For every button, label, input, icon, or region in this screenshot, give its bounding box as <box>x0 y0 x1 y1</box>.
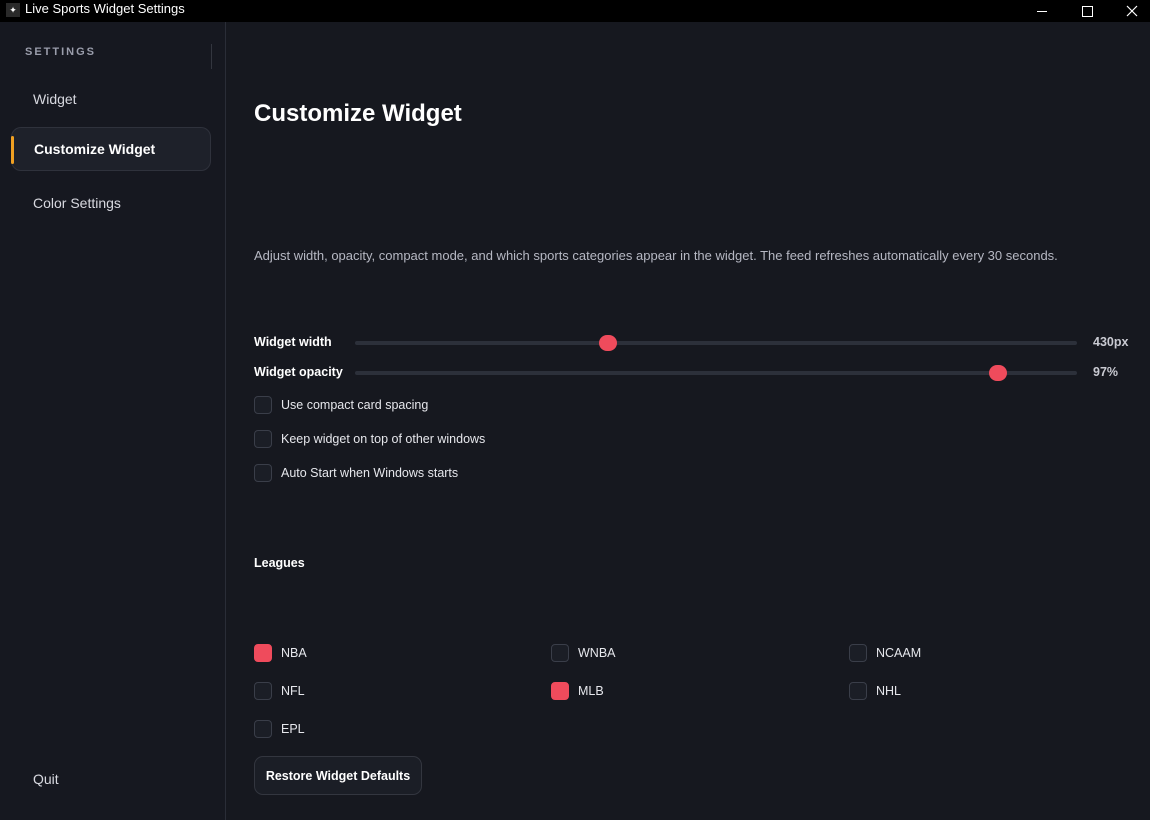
leagues-heading: Leagues <box>254 556 305 570</box>
app-icon: ✦ <box>6 3 20 17</box>
sidebar-item-customize-widget[interactable]: Customize Widget <box>11 127 211 171</box>
page-description: Adjust width, opacity, compact mode, and… <box>254 248 1058 263</box>
league-checkbox-ncaam[interactable] <box>849 644 867 662</box>
sidebar-heading: SETTINGS <box>25 46 97 58</box>
always-on-top-checkbox[interactable] <box>254 430 272 448</box>
league-label: WNBA <box>578 646 616 660</box>
sidebar-item-color-settings[interactable]: Color Settings <box>11 181 211 225</box>
sidebar-item-widget[interactable]: Widget <box>11 77 211 121</box>
maximize-icon <box>1081 5 1093 17</box>
league-checkbox-nfl[interactable] <box>254 682 272 700</box>
league-label: NHL <box>876 684 902 698</box>
quit-button[interactable]: Quit <box>11 757 211 801</box>
sidebar: SETTINGS Widget Customize Widget Color S… <box>0 22 226 820</box>
league-label: MLB <box>578 684 604 698</box>
active-indicator <box>11 136 14 164</box>
widget-opacity-thumb[interactable] <box>988 365 1007 381</box>
compact-spacing-label: Use compact card spacing <box>281 398 429 412</box>
auto-start-checkbox[interactable] <box>254 464 272 482</box>
restore-defaults-button[interactable]: Restore Widget Defaults <box>254 756 422 795</box>
widget-opacity-slider[interactable] <box>355 365 1077 381</box>
league-checkbox-wnba[interactable] <box>551 644 569 662</box>
league-label: NBA <box>281 646 307 660</box>
widget-opacity-label: Widget opacity <box>254 365 343 379</box>
league-option-ncaam[interactable]: NCAAM <box>849 643 921 663</box>
league-checkbox-epl[interactable] <box>254 720 272 738</box>
league-checkbox-nba[interactable] <box>254 644 272 662</box>
league-option-nhl[interactable]: NHL <box>849 681 901 701</box>
auto-start-option[interactable]: Auto Start when Windows starts <box>254 463 458 483</box>
league-option-nba[interactable]: NBA <box>254 643 307 663</box>
league-label: NCAAM <box>876 646 922 660</box>
page-title: Customize Widget <box>254 100 462 127</box>
widget-opacity-value: 97% <box>1093 365 1119 379</box>
widget-width-value: 430px <box>1093 335 1129 349</box>
sidebar-item-label: Customize Widget <box>34 141 156 157</box>
league-option-nfl[interactable]: NFL <box>254 681 305 701</box>
league-label: NFL <box>281 684 305 698</box>
widget-width-slider[interactable] <box>355 335 1077 351</box>
always-on-top-label: Keep widget on top of other windows <box>281 432 486 446</box>
main-panel: Customize Widget Adjust width, opacity, … <box>226 22 1150 820</box>
close-icon <box>1126 5 1138 17</box>
maximize-button[interactable] <box>1067 0 1107 22</box>
league-option-wnba[interactable]: WNBA <box>551 643 616 663</box>
league-option-epl[interactable]: EPL <box>254 719 305 739</box>
compact-spacing-option[interactable]: Use compact card spacing <box>254 395 428 415</box>
league-label: EPL <box>281 722 305 736</box>
window-title: Live Sports Widget Settings <box>25 1 185 16</box>
widget-width-slider-row: Widget width 430px <box>254 333 1134 353</box>
league-checkbox-nhl[interactable] <box>849 682 867 700</box>
always-on-top-option[interactable]: Keep widget on top of other windows <box>254 429 485 449</box>
title-bar: ✦ Live Sports Widget Settings <box>0 0 1150 22</box>
widget-width-thumb[interactable] <box>598 335 617 351</box>
minimize-button[interactable] <box>1022 0 1062 22</box>
sidebar-divider <box>211 44 212 69</box>
compact-spacing-checkbox[interactable] <box>254 396 272 414</box>
widget-width-label: Widget width <box>254 335 332 349</box>
league-option-mlb[interactable]: MLB <box>551 681 604 701</box>
auto-start-label: Auto Start when Windows starts <box>281 466 459 480</box>
close-button[interactable] <box>1112 0 1150 22</box>
league-checkbox-mlb[interactable] <box>551 682 569 700</box>
widget-opacity-slider-row: Widget opacity 97% <box>254 363 1134 383</box>
minimize-icon <box>1037 10 1047 12</box>
